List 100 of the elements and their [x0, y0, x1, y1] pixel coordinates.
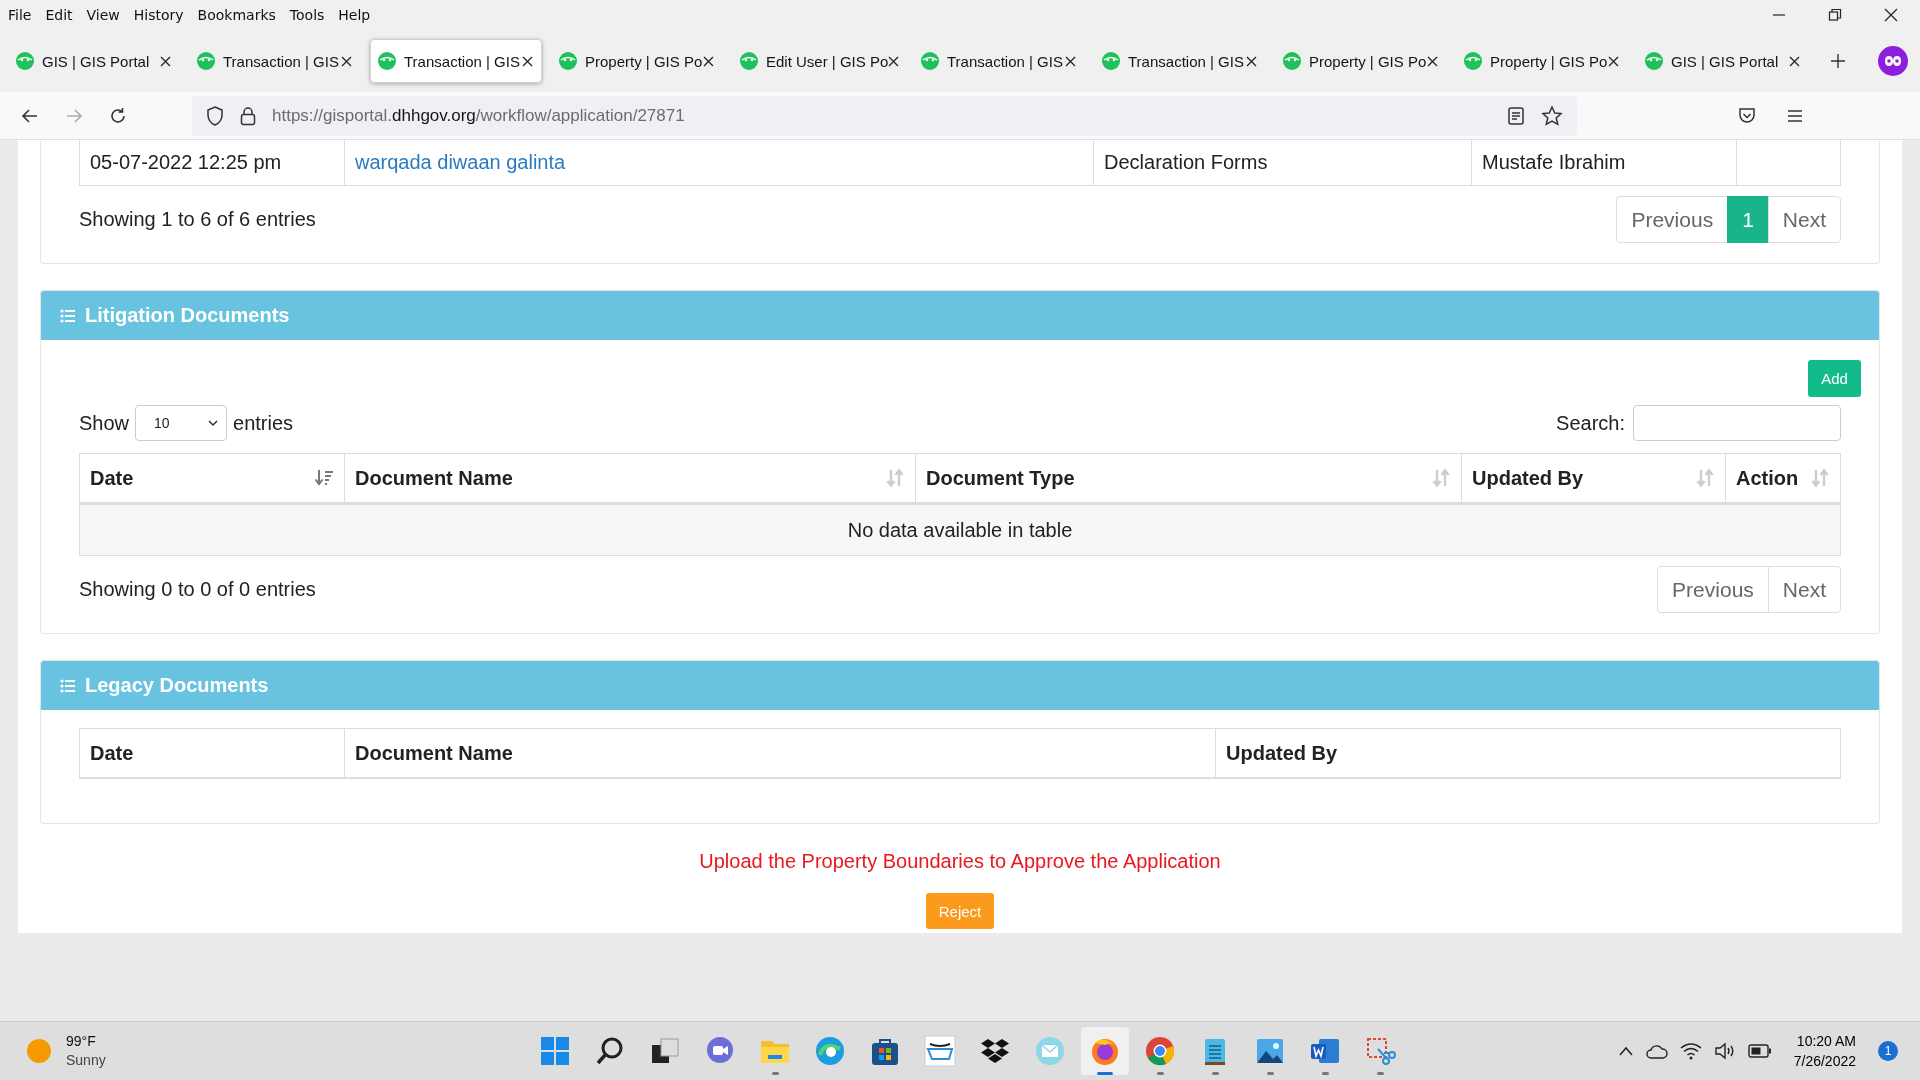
- temperature: 99°F: [66, 1032, 97, 1051]
- browser-tab[interactable]: Property | GIS Po: [1275, 39, 1447, 83]
- clock[interactable]: 10:20 AM 7/26/2022: [1793, 1031, 1856, 1071]
- empty-table-message: No data available in table: [847, 518, 1073, 541]
- close-icon[interactable]: [1608, 55, 1619, 67]
- close-icon[interactable]: [703, 55, 714, 67]
- globe-face-icon: [1101, 51, 1121, 71]
- close-icon[interactable]: [522, 55, 533, 67]
- globe-face-icon: [15, 51, 35, 71]
- column-header: Updated By: [1226, 741, 1338, 764]
- entries-info: Showing 1 to 6 of 6 entries: [79, 208, 316, 231]
- lock-icon: [240, 105, 256, 126]
- menu-item[interactable]: Help: [338, 7, 371, 23]
- browser-tab[interactable]: Transaction | GIS: [1094, 39, 1266, 83]
- tab-title: Transaction | GIS: [947, 52, 1063, 70]
- close-icon[interactable]: [1884, 8, 1898, 22]
- wifi-icon[interactable]: [1679, 1042, 1702, 1060]
- search-label: Search:: [1556, 411, 1625, 435]
- tab-title: Property | GIS Po: [585, 52, 703, 70]
- table-cell: Mustafe Ibrahim: [1482, 151, 1626, 173]
- browser-tab[interactable]: Property | GIS Po: [551, 39, 723, 83]
- tab-title: GIS | GIS Portal: [1671, 52, 1779, 70]
- globe-face-icon: [1282, 51, 1302, 71]
- reload-icon[interactable]: [108, 105, 128, 126]
- tab-title: Edit User | GIS Po: [766, 52, 889, 70]
- browser-tab[interactable]: Transaction | GIS: [913, 39, 1085, 83]
- browser-tab[interactable]: GIS | GIS Portal: [1637, 39, 1809, 83]
- battery-icon[interactable]: [1747, 1044, 1772, 1058]
- page-size-select[interactable]: 10: [135, 405, 228, 441]
- notification-badge[interactable]: 1: [1878, 1041, 1898, 1061]
- round-browser-icon: [1144, 1035, 1176, 1067]
- globe-face-icon: [739, 51, 759, 71]
- cloud-icon[interactable]: [1645, 1043, 1668, 1059]
- url-text: https://gisportal.dhhgov.org/workflow/application/27871: [272, 105, 685, 126]
- menu-item[interactable]: Bookmarks: [197, 7, 276, 23]
- tab-title: Property | GIS Po: [1309, 52, 1427, 70]
- close-icon[interactable]: [1065, 55, 1076, 67]
- card-title: Litigation Documents: [85, 304, 290, 327]
- tab-title: Transaction | GIS: [223, 52, 339, 70]
- close-icon[interactable]: [1246, 55, 1257, 67]
- menu-item[interactable]: File: [8, 7, 32, 23]
- browser-tab[interactable]: Transaction | GIS: [370, 39, 542, 83]
- close-icon[interactable]: [341, 55, 352, 67]
- globe-face-icon: [196, 51, 216, 71]
- menu-item[interactable]: Tools: [289, 7, 325, 23]
- column-header: Document Name: [355, 741, 513, 764]
- new-tab-icon[interactable]: [1830, 53, 1846, 69]
- menu-item[interactable]: History: [133, 7, 184, 23]
- warning-message: Upload the Property Boundaries to Approve the Application: [698, 850, 1222, 873]
- menu-item[interactable]: Edit: [45, 7, 73, 23]
- pocket-icon[interactable]: [1737, 105, 1757, 126]
- tab-title: Property | GIS Po: [1490, 52, 1608, 70]
- document-link[interactable]: warqada diwaan galinta: [355, 151, 566, 173]
- browser-tab[interactable]: Transaction | GIS: [189, 39, 361, 83]
- envelope-icon: [1034, 1035, 1066, 1067]
- next-button[interactable]: Next: [1767, 566, 1841, 613]
- address-bar[interactable]: https://gisportal.dhhgov.org/workflow/application/27871: [192, 95, 1577, 136]
- close-icon[interactable]: [1427, 55, 1438, 67]
- sun-icon: [26, 1038, 52, 1064]
- chevron-up-icon[interactable]: [1617, 1045, 1634, 1057]
- browser-tab[interactable]: Edit User | GIS Po: [732, 39, 904, 83]
- star-icon[interactable]: [1541, 104, 1563, 127]
- scissors-icon: [1364, 1035, 1396, 1067]
- weather-condition: Sunny: [66, 1051, 106, 1070]
- close-icon[interactable]: [888, 55, 900, 67]
- globe-face-icon: [1644, 51, 1664, 71]
- globe-face-icon: [1463, 51, 1483, 71]
- speaker-icon[interactable]: [1713, 1042, 1736, 1060]
- shopping-cart-icon: [924, 1035, 956, 1067]
- shield-icon: [206, 105, 224, 126]
- mask-icon[interactable]: [1878, 46, 1908, 76]
- globe-face-icon: [920, 51, 940, 71]
- globe-face-icon: [558, 51, 578, 71]
- close-icon[interactable]: [160, 55, 171, 67]
- previous-button[interactable]: Previous: [1657, 566, 1769, 613]
- table-cell: Declaration Forms: [1104, 151, 1268, 173]
- windows-logo-icon: [539, 1035, 571, 1067]
- browser-icon: [814, 1035, 846, 1067]
- chevron-down-icon: [208, 419, 219, 427]
- browser-tab[interactable]: GIS | GIS Portal: [8, 39, 180, 83]
- table-cell: 05-07-2022 12:25 pm: [90, 151, 282, 173]
- search-field[interactable]: [1633, 405, 1841, 441]
- card-title: Legacy Documents: [85, 674, 269, 697]
- entries-label: entries: [233, 411, 294, 435]
- browser-tab[interactable]: Property | GIS Po: [1456, 39, 1628, 83]
- restore-icon[interactable]: [1828, 8, 1842, 22]
- column-header: Date: [90, 741, 134, 764]
- tab-title: GIS | GIS Portal: [42, 52, 150, 70]
- previous-button[interactable]: Previous: [1616, 196, 1729, 243]
- entries-info: Showing 0 to 0 of 0 entries: [79, 578, 316, 601]
- close-icon[interactable]: [1789, 55, 1800, 67]
- tab-title: Transaction | GIS: [404, 52, 520, 70]
- reader-view-icon[interactable]: [1507, 105, 1525, 126]
- tab-title: Transaction | GIS: [1128, 52, 1244, 70]
- list-icon: [60, 308, 75, 323]
- show-label: Show: [79, 411, 130, 435]
- next-button[interactable]: Next: [1767, 196, 1841, 243]
- list-icon: [60, 678, 75, 693]
- menu-item[interactable]: View: [86, 7, 120, 23]
- globe-face-icon: [377, 51, 397, 71]
